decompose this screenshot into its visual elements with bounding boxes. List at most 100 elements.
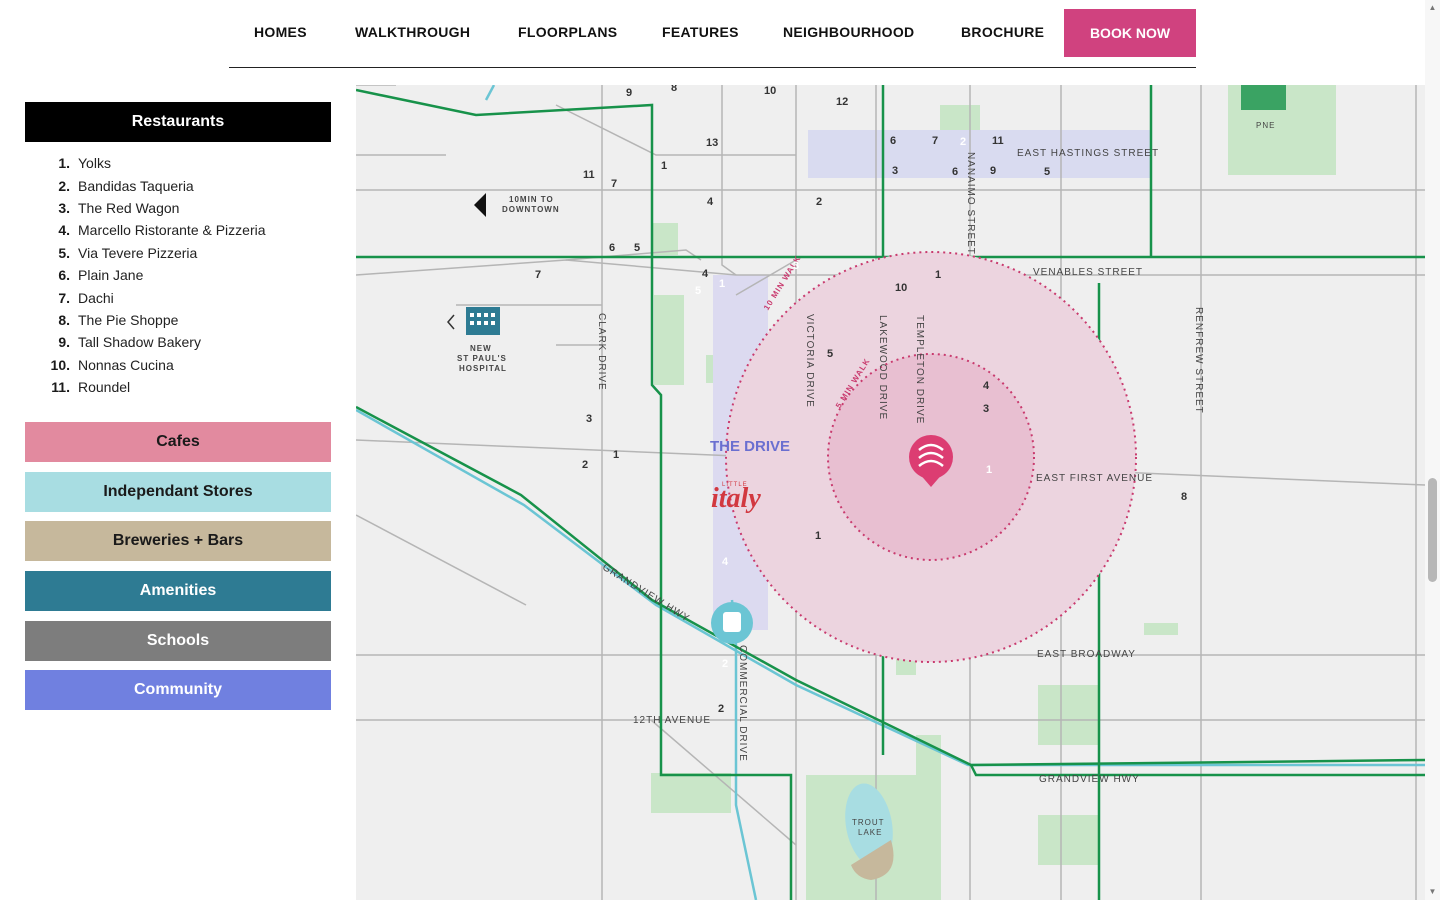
store-icon[interactable]: 8	[1181, 491, 1187, 503]
list-item-name: Bandidas Taqueria	[78, 177, 194, 194]
trout-lake-label: LAKE	[858, 828, 883, 837]
brewery-icon[interactable]: 10	[764, 85, 776, 97]
brewery-icon[interactable]: 6	[609, 242, 615, 254]
brewery-icon[interactable]: 9	[626, 87, 632, 99]
category-community[interactable]: Community	[25, 670, 331, 710]
category-restaurants[interactable]: Restaurants	[25, 102, 331, 142]
list-item-name: The Pie Shoppe	[78, 311, 179, 328]
store-icon[interactable]: 2	[816, 196, 822, 208]
list-item[interactable]: 2. Bandidas Taqueria	[40, 174, 266, 196]
store-icon[interactable]: 5	[1044, 166, 1050, 178]
neighbourhood-map[interactable]: EAST HASTINGS STREET VENABLES STREET EAS…	[356, 85, 1425, 900]
restaurant-icon[interactable]: 10	[895, 282, 907, 294]
list-item-name: Marcello Ristorante & Pizzeria	[78, 222, 266, 239]
scroll-thumb[interactable]	[1428, 478, 1437, 582]
street-label: LAKEWOOD DRIVE	[877, 315, 888, 421]
list-item[interactable]: 3. The Red Wagon	[40, 197, 266, 219]
list-item-number: 1.	[58, 155, 70, 172]
restaurant-icon[interactable]: 2	[718, 703, 724, 715]
list-item-number: 10.	[50, 356, 70, 373]
page-scrollbar[interactable]: ▲ ▼	[1425, 0, 1440, 900]
downtown-label: 10MIN TO	[509, 195, 554, 204]
cafe-icon[interactable]: 1	[986, 464, 992, 476]
list-item[interactable]: 10. Nonnas Cucina	[40, 354, 266, 376]
street-label: VENABLES STREET	[1033, 267, 1144, 278]
list-item-number: 9.	[58, 334, 70, 351]
list-item-number: 4.	[58, 222, 70, 239]
cafe-icon[interactable]: 2	[960, 136, 966, 148]
restaurant-icon[interactable]: 7	[932, 135, 938, 147]
hospital-label: NEW	[470, 344, 492, 353]
amenity-icon[interactable]: 3	[793, 260, 799, 272]
restaurant-icon[interactable]: 1	[935, 269, 941, 281]
amenity-icon[interactable]: 2	[722, 658, 728, 670]
category-breweries-bars[interactable]: Breweries + Bars	[25, 521, 331, 561]
brewery-icon[interactable]: 5	[634, 242, 640, 254]
nav-brochure[interactable]: BROCHURE	[961, 24, 1044, 40]
category-schools[interactable]: Schools	[25, 621, 331, 661]
pne-label: PNE	[1256, 121, 1276, 130]
store-icon[interactable]: 7	[611, 178, 617, 190]
category-cafes[interactable]: Cafes	[25, 422, 331, 462]
store-icon[interactable]: 3	[983, 403, 989, 415]
amenity-icon[interactable]: 4	[722, 556, 728, 568]
brewery-icon[interactable]: 11	[583, 169, 595, 181]
scroll-down-icon[interactable]: ▼	[1428, 887, 1437, 896]
brewery-icon[interactable]: 12	[836, 96, 848, 108]
list-item-name: Tall Shadow Bakery	[78, 334, 201, 351]
street-label: TEMPLETON DRIVE	[914, 315, 925, 425]
store-icon[interactable]: 1	[815, 530, 821, 542]
list-item[interactable]: 4. Marcello Ristorante & Pizzeria	[40, 219, 266, 241]
list-item[interactable]: 7. Dachi	[40, 286, 266, 308]
brewery-icon[interactable]: 8	[671, 85, 677, 94]
list-item-name: Via Tevere Pizzeria	[78, 244, 198, 261]
top-navigation: HOMES WALKTHROUGH FLOORPLANS FEATURES NE…	[229, 0, 1196, 68]
nav-floorplans[interactable]: FLOORPLANS	[518, 24, 617, 40]
brewery-icon[interactable]: 2	[582, 459, 588, 471]
restaurant-icon[interactable]: 6	[890, 135, 896, 147]
list-item-number: 7.	[58, 289, 70, 306]
restaurant-icon[interactable]: 9	[990, 165, 996, 177]
brewery-icon[interactable]: 3	[586, 413, 592, 425]
hospital-label: HOSPITAL	[459, 364, 507, 373]
street-label: EAST BROADWAY	[1037, 649, 1136, 660]
list-item-name: Plain Jane	[78, 267, 144, 284]
nav-features[interactable]: FEATURES	[662, 24, 739, 40]
trout-lake-label: TROUT	[852, 818, 885, 827]
nav-neighbourhood[interactable]: NEIGHBOURHOOD	[783, 24, 914, 40]
hospital-label: ST PAUL'S	[457, 354, 507, 363]
restaurant-icon[interactable]: 5	[827, 348, 833, 360]
store-icon[interactable]: 6	[952, 166, 958, 178]
store-icon[interactable]: 4	[983, 380, 989, 392]
amenity-icon[interactable]: 1	[719, 278, 725, 290]
list-item[interactable]: 9. Tall Shadow Bakery	[40, 331, 266, 353]
nav-homes[interactable]: HOMES	[254, 24, 307, 40]
list-item-name: Roundel	[78, 379, 131, 396]
amenity-icon[interactable]: 5	[695, 285, 701, 297]
brewery-icon[interactable]: 7	[535, 269, 541, 281]
list-item[interactable]: 5. Via Tevere Pizzeria	[40, 242, 266, 264]
list-item-name: The Red Wagon	[78, 199, 180, 216]
brewery-icon[interactable]: 4	[702, 268, 708, 280]
list-item[interactable]: 11. Roundel	[40, 376, 266, 398]
category-independent-stores[interactable]: Independant Stores	[25, 472, 331, 512]
restaurant-icon[interactable]: 4	[707, 196, 713, 208]
brewery-icon[interactable]: 13	[706, 137, 718, 149]
street-label: CLARK DRIVE	[596, 313, 607, 391]
downtown-label: DOWNTOWN	[502, 205, 560, 214]
scroll-up-icon[interactable]: ▲	[1428, 3, 1437, 12]
restaurant-icon[interactable]: 11	[992, 135, 1004, 147]
list-item-number: 6.	[58, 267, 70, 284]
street-label: NANAIMO STREET	[965, 152, 976, 255]
restaurant-icon[interactable]: 1	[661, 160, 667, 172]
restaurant-list: 1. Yolks 2. Bandidas Taqueria 3. The Red Wa…	[40, 152, 266, 398]
list-item[interactable]: 8. The Pie Shoppe	[40, 309, 266, 331]
category-amenities[interactable]: Amenities	[25, 571, 331, 611]
restaurant-icon[interactable]: 3	[892, 165, 898, 177]
book-now-button[interactable]: BOOK NOW	[1064, 9, 1196, 57]
list-item[interactable]: 6. Plain Jane	[40, 264, 266, 286]
list-item[interactable]: 1. Yolks	[40, 152, 266, 174]
list-item-name: Yolks	[78, 155, 111, 172]
nav-walkthrough[interactable]: WALKTHROUGH	[355, 24, 470, 40]
brewery-icon[interactable]: 1	[613, 449, 619, 461]
